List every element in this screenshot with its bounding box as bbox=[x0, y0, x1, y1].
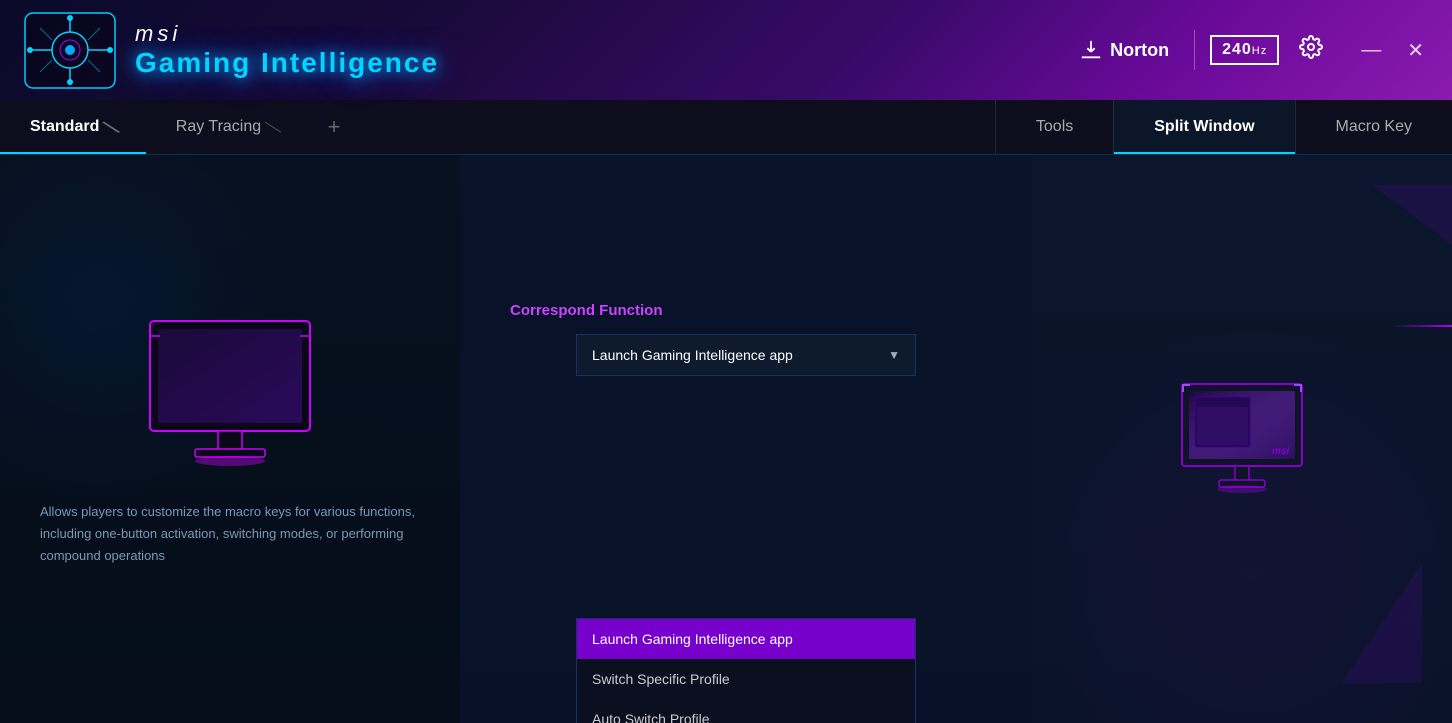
middle-panel: Correspond Function Launch Gaming Intell… bbox=[460, 155, 1032, 723]
refresh-rate-badge: 240Hz bbox=[1210, 35, 1279, 65]
close-button[interactable]: ✕ bbox=[1399, 36, 1432, 65]
tab-tools-label: Tools bbox=[1036, 118, 1073, 136]
dropdown-container: Launch Gaming Intelligence app ▼ Launch … bbox=[576, 334, 916, 576]
dropdown-item-label-0: Launch Gaming Intelligence app bbox=[592, 631, 793, 647]
right-panel: msi bbox=[1032, 155, 1452, 723]
deco-triangle bbox=[1342, 563, 1422, 683]
download-icon bbox=[1080, 39, 1102, 61]
correspond-function-dropdown[interactable]: Launch Gaming Intelligence app ▼ bbox=[576, 334, 916, 376]
app-title: Gaming Intelligence bbox=[135, 47, 439, 79]
dropdown-item-label-2: Auto Switch Profile bbox=[592, 711, 710, 723]
tab-add-label: + bbox=[328, 114, 341, 140]
app-header: msi Gaming Intelligence Norton 240Hz — ✕ bbox=[0, 0, 1452, 100]
tab-tools[interactable]: Tools bbox=[995, 100, 1113, 154]
dropdown-menu: Launch Gaming Intelligence app Switch Sp… bbox=[576, 618, 916, 723]
logo-area: msi Gaming Intelligence bbox=[20, 8, 439, 93]
deco-line-right bbox=[1392, 325, 1452, 327]
tab-ray-tracing-label: Ray Tracing bbox=[176, 118, 261, 136]
dropdown-item-launch-gi[interactable]: Launch Gaming Intelligence app bbox=[577, 619, 915, 659]
deco-triangle-top bbox=[1372, 185, 1452, 245]
tab-split-window-label: Split Window bbox=[1154, 118, 1254, 136]
header-divider bbox=[1194, 30, 1195, 70]
header-controls: Norton 240Hz — ✕ bbox=[1070, 30, 1432, 70]
hz-unit: Hz bbox=[1252, 45, 1267, 57]
minimize-button[interactable]: — bbox=[1353, 37, 1389, 64]
app-logo-icon bbox=[20, 8, 120, 93]
window-controls: — ✕ bbox=[1353, 36, 1432, 65]
tab-arrow-standard: ╲ bbox=[104, 118, 120, 137]
tab-add-button[interactable]: + bbox=[308, 100, 361, 154]
norton-button[interactable]: Norton bbox=[1070, 34, 1179, 66]
svg-text:msi: msi bbox=[1272, 446, 1289, 457]
hz-value: 240 bbox=[1222, 41, 1252, 58]
msi-brand: msi bbox=[135, 21, 439, 47]
dropdown-item-switch-specific[interactable]: Switch Specific Profile bbox=[577, 659, 915, 699]
logo-text: msi Gaming Intelligence bbox=[135, 21, 439, 79]
tab-standard-label: Standard bbox=[30, 118, 99, 136]
dropdown-selected-value: Launch Gaming Intelligence app bbox=[592, 347, 793, 363]
msi-monitor-icon: msi bbox=[1177, 379, 1307, 499]
nav-tabs: Standard ╲ Ray Tracing ╲ + Tools Split W… bbox=[0, 100, 1452, 155]
norton-label: Norton bbox=[1110, 40, 1169, 61]
correspond-function-label: Correspond Function bbox=[510, 302, 663, 319]
main-content: Allows players to customize the macro ke… bbox=[0, 155, 1452, 723]
left-panel: Allows players to customize the macro ke… bbox=[0, 155, 460, 723]
dropdown-arrow-icon: ▼ bbox=[888, 348, 900, 362]
tab-macro-key[interactable]: Macro Key bbox=[1295, 100, 1452, 154]
dropdown-item-auto-switch[interactable]: Auto Switch Profile bbox=[577, 699, 915, 723]
dropdown-item-label-1: Switch Specific Profile bbox=[592, 671, 730, 687]
tab-ray-tracing[interactable]: Ray Tracing ╲ bbox=[146, 100, 308, 154]
tab-split-window[interactable]: Split Window bbox=[1113, 100, 1294, 154]
tab-arrow-ray-tracing: ╲ bbox=[265, 118, 281, 137]
gear-icon bbox=[1299, 35, 1323, 59]
left-description: Allows players to customize the macro ke… bbox=[40, 501, 420, 567]
tab-standard[interactable]: Standard ╲ bbox=[0, 100, 146, 154]
settings-button[interactable] bbox=[1294, 30, 1328, 70]
right-nav: Tools Split Window Macro Key bbox=[995, 100, 1452, 154]
tab-macro-key-label: Macro Key bbox=[1336, 118, 1412, 136]
monitor-illustration bbox=[130, 311, 330, 471]
